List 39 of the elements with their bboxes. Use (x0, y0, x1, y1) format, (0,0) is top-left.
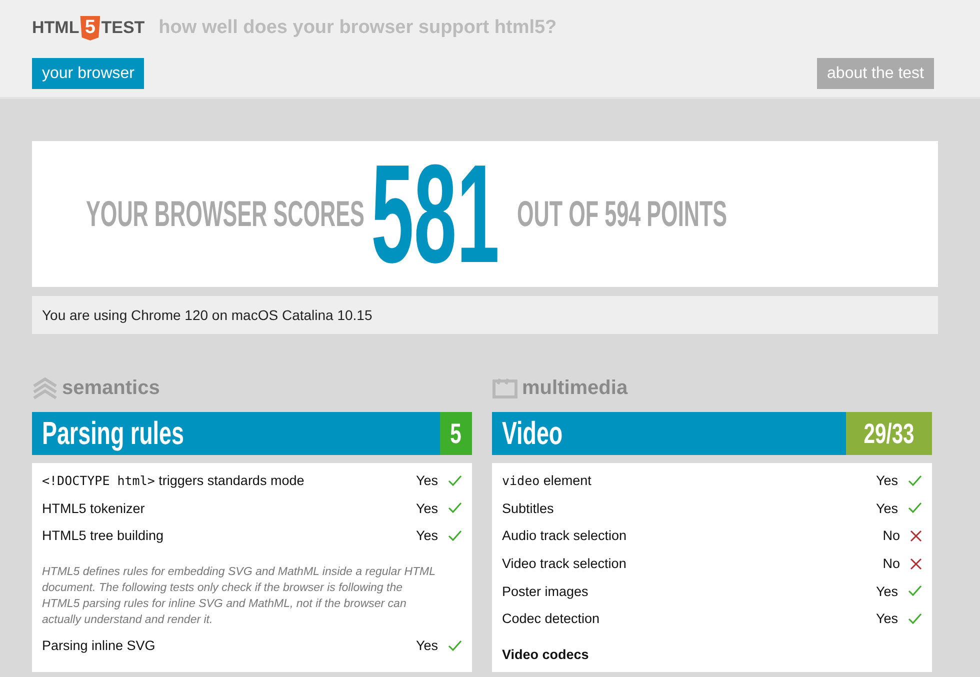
test-result: Yes (416, 473, 438, 488)
test-result: Yes (876, 611, 898, 626)
note-text: HTML5 defines rules for embedding SVG and MathML inside a regular HTML document. The following tests only check if the browser is following the HTML5 parsing rules for inline SVG and MathML, not if the browser can actually understand and render it. (42, 564, 436, 628)
category-title: semantics (62, 376, 160, 400)
test-result: Yes (876, 473, 898, 488)
nav-tab[interactable]: your browser (32, 58, 144, 89)
test-result: No (882, 556, 900, 572)
score-prefix: YOUR BROWSER SCORES (86, 193, 364, 235)
logo-text: TEST (101, 18, 145, 38)
test-name: HTML5 tokenizer (42, 500, 146, 516)
test-name: Codec detection (502, 611, 601, 626)
test-name: HTML5 tree building (42, 528, 165, 544)
logo-shield: 5 (80, 16, 100, 40)
category-title: multimedia (522, 376, 628, 400)
logo-text: HTML (32, 18, 80, 38)
score-value: 581 (371, 154, 500, 274)
test-name: Poster images (502, 584, 590, 599)
clapperboard-icon (492, 377, 518, 399)
test-name: Audio track selection (502, 528, 628, 544)
section-title: Parsing rules (42, 415, 184, 452)
test-result: Yes (416, 528, 438, 544)
test-name: Parsing inline SVG (42, 638, 156, 654)
test-result: No (882, 528, 900, 544)
test-result: Yes (416, 500, 438, 516)
chevrons-icon (32, 376, 58, 400)
test-name: video element (502, 473, 592, 488)
test-name: Subtitles (502, 500, 555, 516)
section-points: 29/33 (846, 412, 932, 455)
section-points: 5 (440, 412, 472, 455)
score-suffix: OUT OF 594 POINTS (517, 193, 728, 235)
section-title: Video (502, 415, 563, 452)
subsection-heading: Video codecs (502, 646, 590, 664)
test-result: Yes (876, 500, 898, 516)
test-result: Yes (416, 638, 438, 654)
nav-tab[interactable]: about the test (817, 58, 934, 89)
browser-info: You are using Chrome 120 on macOS Catalina 10.15 (32, 296, 938, 334)
test-result: Yes (876, 584, 898, 599)
test-name: Video track selection (502, 556, 628, 572)
test-name: <!DOCTYPE html> triggers standards mode (42, 473, 306, 488)
